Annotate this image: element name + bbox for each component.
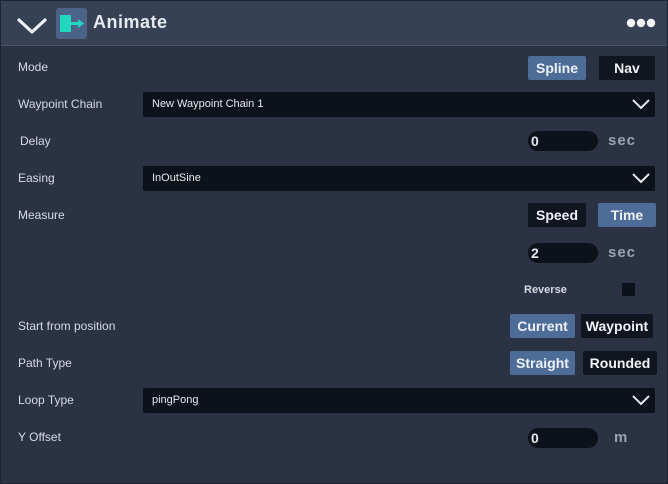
measure-label: Measure	[18, 208, 65, 222]
start-waypoint-button[interactable]: Waypoint	[581, 314, 653, 338]
easing-label: Easing	[18, 171, 55, 185]
delay-value: 0	[531, 133, 539, 149]
start-from-position-label: Start from position	[18, 319, 116, 333]
delay-input[interactable]: 0	[528, 131, 598, 151]
reverse-label: Reverse	[524, 284, 567, 296]
easing-dropdown[interactable]: InOutSine	[143, 166, 655, 191]
panel-header: Animate	[1, 1, 667, 46]
measure-speed-button[interactable]: Speed	[528, 203, 586, 227]
waypoint-chain-value: New Waypoint Chain 1	[152, 98, 264, 110]
waypoint-chain-label: Waypoint Chain	[18, 97, 103, 111]
delay-label: Delay	[20, 134, 51, 148]
mode-nav-button[interactable]: Nav	[599, 56, 655, 80]
path-rounded-button[interactable]: Rounded	[583, 351, 657, 375]
ellipsis-icon[interactable]	[625, 15, 657, 31]
chevron-down-icon	[632, 170, 650, 186]
easing-value: InOutSine	[152, 172, 201, 184]
start-current-button[interactable]: Current	[510, 314, 575, 338]
animate-component-icon	[56, 8, 87, 39]
measure-time-input[interactable]: 2	[528, 243, 598, 263]
chevron-down-icon	[632, 96, 650, 112]
chevron-down-icon[interactable]	[16, 13, 48, 37]
path-type-label: Path Type	[18, 356, 72, 370]
loop-type-label: Loop Type	[18, 393, 74, 407]
y-offset-value: 0	[531, 430, 539, 446]
y-offset-input[interactable]: 0	[528, 428, 598, 448]
reverse-checkbox[interactable]	[622, 283, 635, 296]
waypoint-chain-dropdown[interactable]: New Waypoint Chain 1	[143, 92, 655, 117]
chevron-down-icon	[632, 392, 650, 408]
mode-label: Mode	[18, 60, 49, 74]
path-straight-button[interactable]: Straight	[510, 351, 575, 375]
animate-panel: Animate Mode Spline Nav Waypoint Chain N…	[0, 0, 668, 484]
loop-type-dropdown[interactable]: pingPong	[143, 388, 655, 413]
delay-unit: sec	[608, 132, 637, 149]
measure-time-value: 2	[531, 245, 539, 261]
measure-time-unit: sec	[608, 244, 637, 261]
y-offset-unit: m	[614, 429, 629, 446]
y-offset-label: Y Offset	[18, 430, 61, 444]
measure-time-button[interactable]: Time	[598, 203, 656, 227]
loop-type-value: pingPong	[152, 394, 199, 406]
mode-spline-button[interactable]: Spline	[528, 56, 586, 80]
panel-title: Animate	[93, 12, 168, 32]
